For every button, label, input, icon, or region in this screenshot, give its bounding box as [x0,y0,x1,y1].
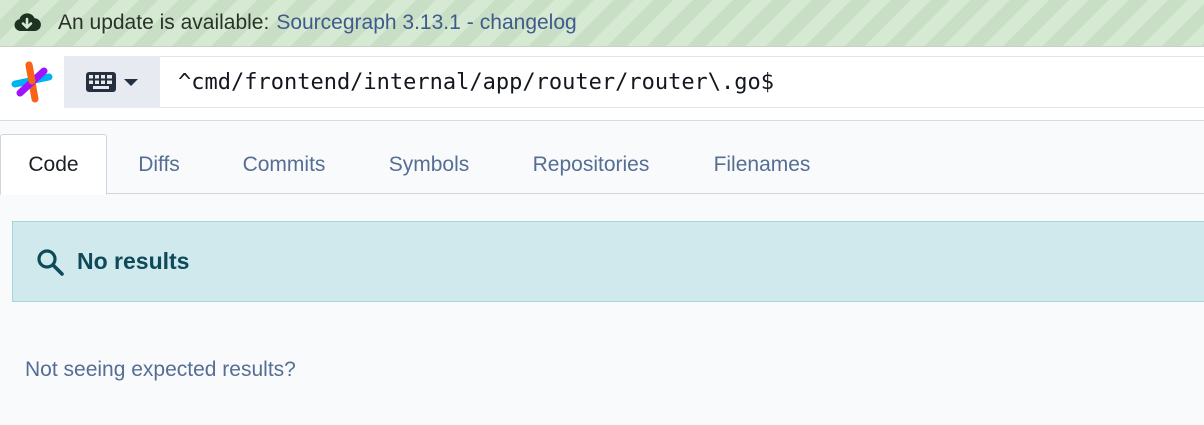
no-results-alert: No results [12,221,1204,302]
update-banner: An update is available: Sourcegraph 3.13… [0,0,1204,47]
sourcegraph-logo[interactable] [10,60,54,104]
no-results-text: No results [77,248,190,274]
expected-results-help-link[interactable]: Not seeing expected results? [25,358,296,382]
tab-symbols[interactable]: Symbols [374,134,484,195]
keyboard-icon [86,72,116,92]
tab-code[interactable]: Code [0,134,107,195]
update-message: An update is available: [58,11,270,34]
tab-repositories[interactable]: Repositories [516,134,666,195]
tab-commits[interactable]: Commits [226,134,342,195]
result-type-tabs: Code Diffs Commits Symbols Repositories … [0,121,1204,195]
search-bar-row: ^cmd/frontend/internal/app/router/router… [0,47,1204,121]
version-link[interactable]: Sourcegraph 3.13.1 [276,11,460,35]
banner-separator: - [466,11,474,34]
cloud-download-icon [12,8,42,38]
tab-filenames[interactable]: Filenames [698,134,826,195]
changelog-link[interactable]: changelog [480,11,577,35]
tab-diffs[interactable]: Diffs [118,134,200,195]
keyboard-shortcuts-button[interactable] [64,56,160,108]
search-query-input[interactable]: ^cmd/frontend/internal/app/router/router… [160,56,1204,108]
caret-down-icon [124,78,138,86]
search-icon [35,247,65,277]
